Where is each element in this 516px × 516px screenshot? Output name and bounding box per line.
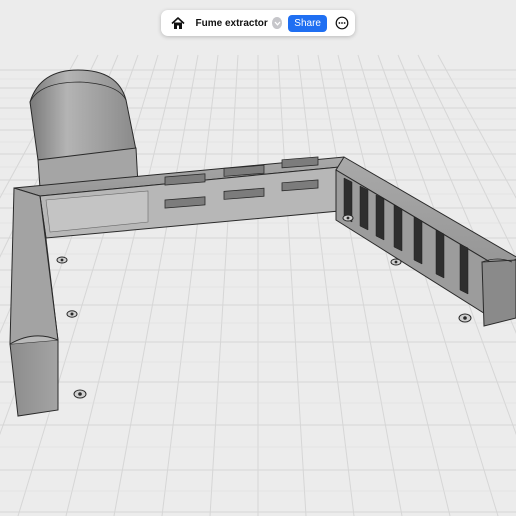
chevron-down-icon[interactable] — [271, 17, 283, 29]
home-icon[interactable] — [169, 13, 187, 33]
3d-viewport[interactable] — [0, 0, 516, 516]
more-options-icon[interactable] — [335, 16, 349, 30]
top-toolbar: Fume extractor Share — [161, 10, 355, 36]
3d-scene[interactable] — [0, 0, 516, 516]
model-title[interactable]: Fume extractor — [196, 18, 268, 29]
share-button[interactable]: Share — [288, 14, 327, 32]
